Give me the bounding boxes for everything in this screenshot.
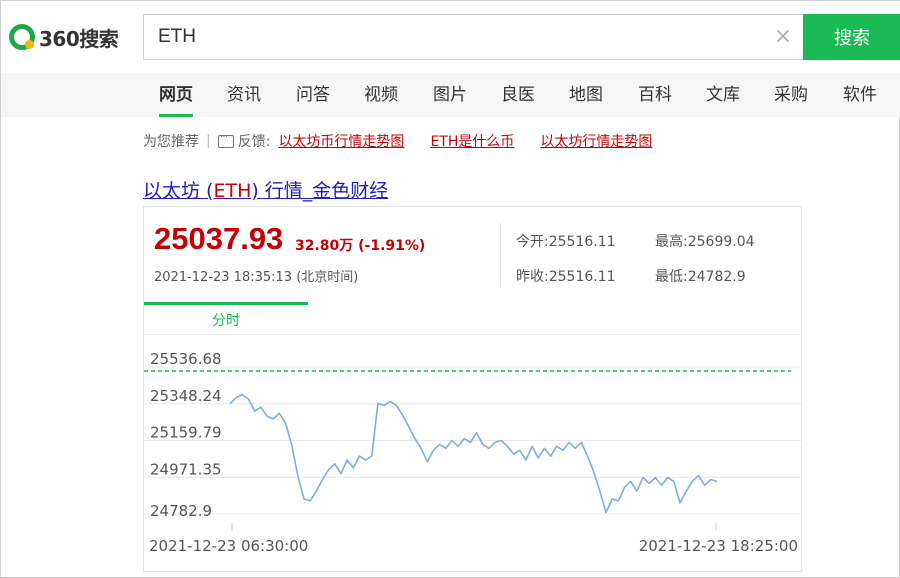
tab-software[interactable]: 软件 [843,73,877,117]
tab-baike[interactable]: 百科 [638,73,672,117]
header: 360搜索 × 搜索 [1,1,900,73]
chart-y-tick-label: 24782.9 [150,502,212,520]
tab-qa[interactable]: 问答 [296,73,330,117]
recommend-link-1[interactable]: 以太坊币行情走势图 [278,131,404,151]
recommend-prefix: 为您推荐 [143,134,199,150]
chart-y-tick-label: 24971.35 [150,460,222,478]
stat-low: 最低:24782.9 [655,269,746,285]
tab-map[interactable]: 地图 [569,73,603,117]
recommend-link-3[interactable]: 以太坊行情走势图 [540,131,652,151]
price-change: 32.80万 (-1.91%) [295,238,426,254]
chart-series-line [229,393,718,514]
search-button[interactable]: 搜索 [803,14,900,60]
tab-video[interactable]: 视频 [364,73,398,117]
clear-icon[interactable]: × [769,23,797,51]
stat-open: 今开:25516.11 [516,234,616,250]
current-price: 25037.93 [154,221,284,256]
result-title-link[interactable]: 以太坊 (ETH) 行情_金色财经 [143,176,388,203]
logo[interactable]: 360搜索 [9,23,119,51]
tab-intraday[interactable]: 分时 [144,302,308,334]
tab-health[interactable]: 良医 [501,73,535,117]
search-box: × [143,14,805,60]
chart-tab-bar: 分时 [144,302,801,335]
tab-wenku[interactable]: 文库 [706,73,740,117]
feedback-icon[interactable] [217,130,234,148]
quote-timestamp: 2021-12-23 18:35:13 (北京时间) [154,270,359,285]
tab-purchase[interactable]: 采购 [774,73,808,117]
recommend-link-2[interactable]: ETH是什么币 [430,131,514,151]
tab-images[interactable]: 图片 [433,73,467,117]
chart-x-end-label: 2021-12-23 18:25:00 [639,537,798,555]
result-title-prefix: 以太坊 ( [143,180,214,202]
stat-prev-close: 昨收:25516.11 [516,269,616,285]
window-frame: 360搜索 × 搜索 网页 资讯 问答 视频 图片 良医 地图 百科 文库 采购… [0,0,900,578]
stat-high: 最高:25699.04 [655,234,755,250]
price-chart-svg: 25536.68 25348.24 25159.79 24971.35 24782.9 2… [144,350,801,555]
price-chart: 25536.68 25348.24 25159.79 24971.35 24782.9 2… [144,335,801,571]
quote-card: 25037.93 32.80万 (-1.91%) 2021-12-23 18:3… [143,206,802,572]
recommendation-bar: 为您推荐 | 反馈: 以太坊币行情走势图 ETH是什么币 以太坊行情走势图 [143,130,678,151]
result-title-keyword: ETH [213,180,252,202]
tab-news[interactable]: 资讯 [227,73,261,117]
logo-icon [9,24,35,50]
result-title-suffix: ) 行情_金色财经 [251,180,389,202]
stats-divider [500,223,501,287]
chart-y-tick-label: 25348.24 [150,387,222,405]
chart-y-tick-label: 25159.79 [150,424,222,442]
logo-text: 360搜索 [39,26,119,51]
chart-x-start-label: 2021-12-23 06:30:00 [149,537,308,555]
search-input[interactable] [158,15,758,59]
recommend-separator: | [206,133,211,149]
nav-tabs: 网页 资讯 问答 视频 图片 良医 地图 百科 文库 采购 软件 [1,73,900,117]
chart-y-tick-label: 25536.68 [150,350,222,368]
feedback-link[interactable]: 反馈: [238,131,271,151]
tab-web[interactable]: 网页 [159,73,193,117]
